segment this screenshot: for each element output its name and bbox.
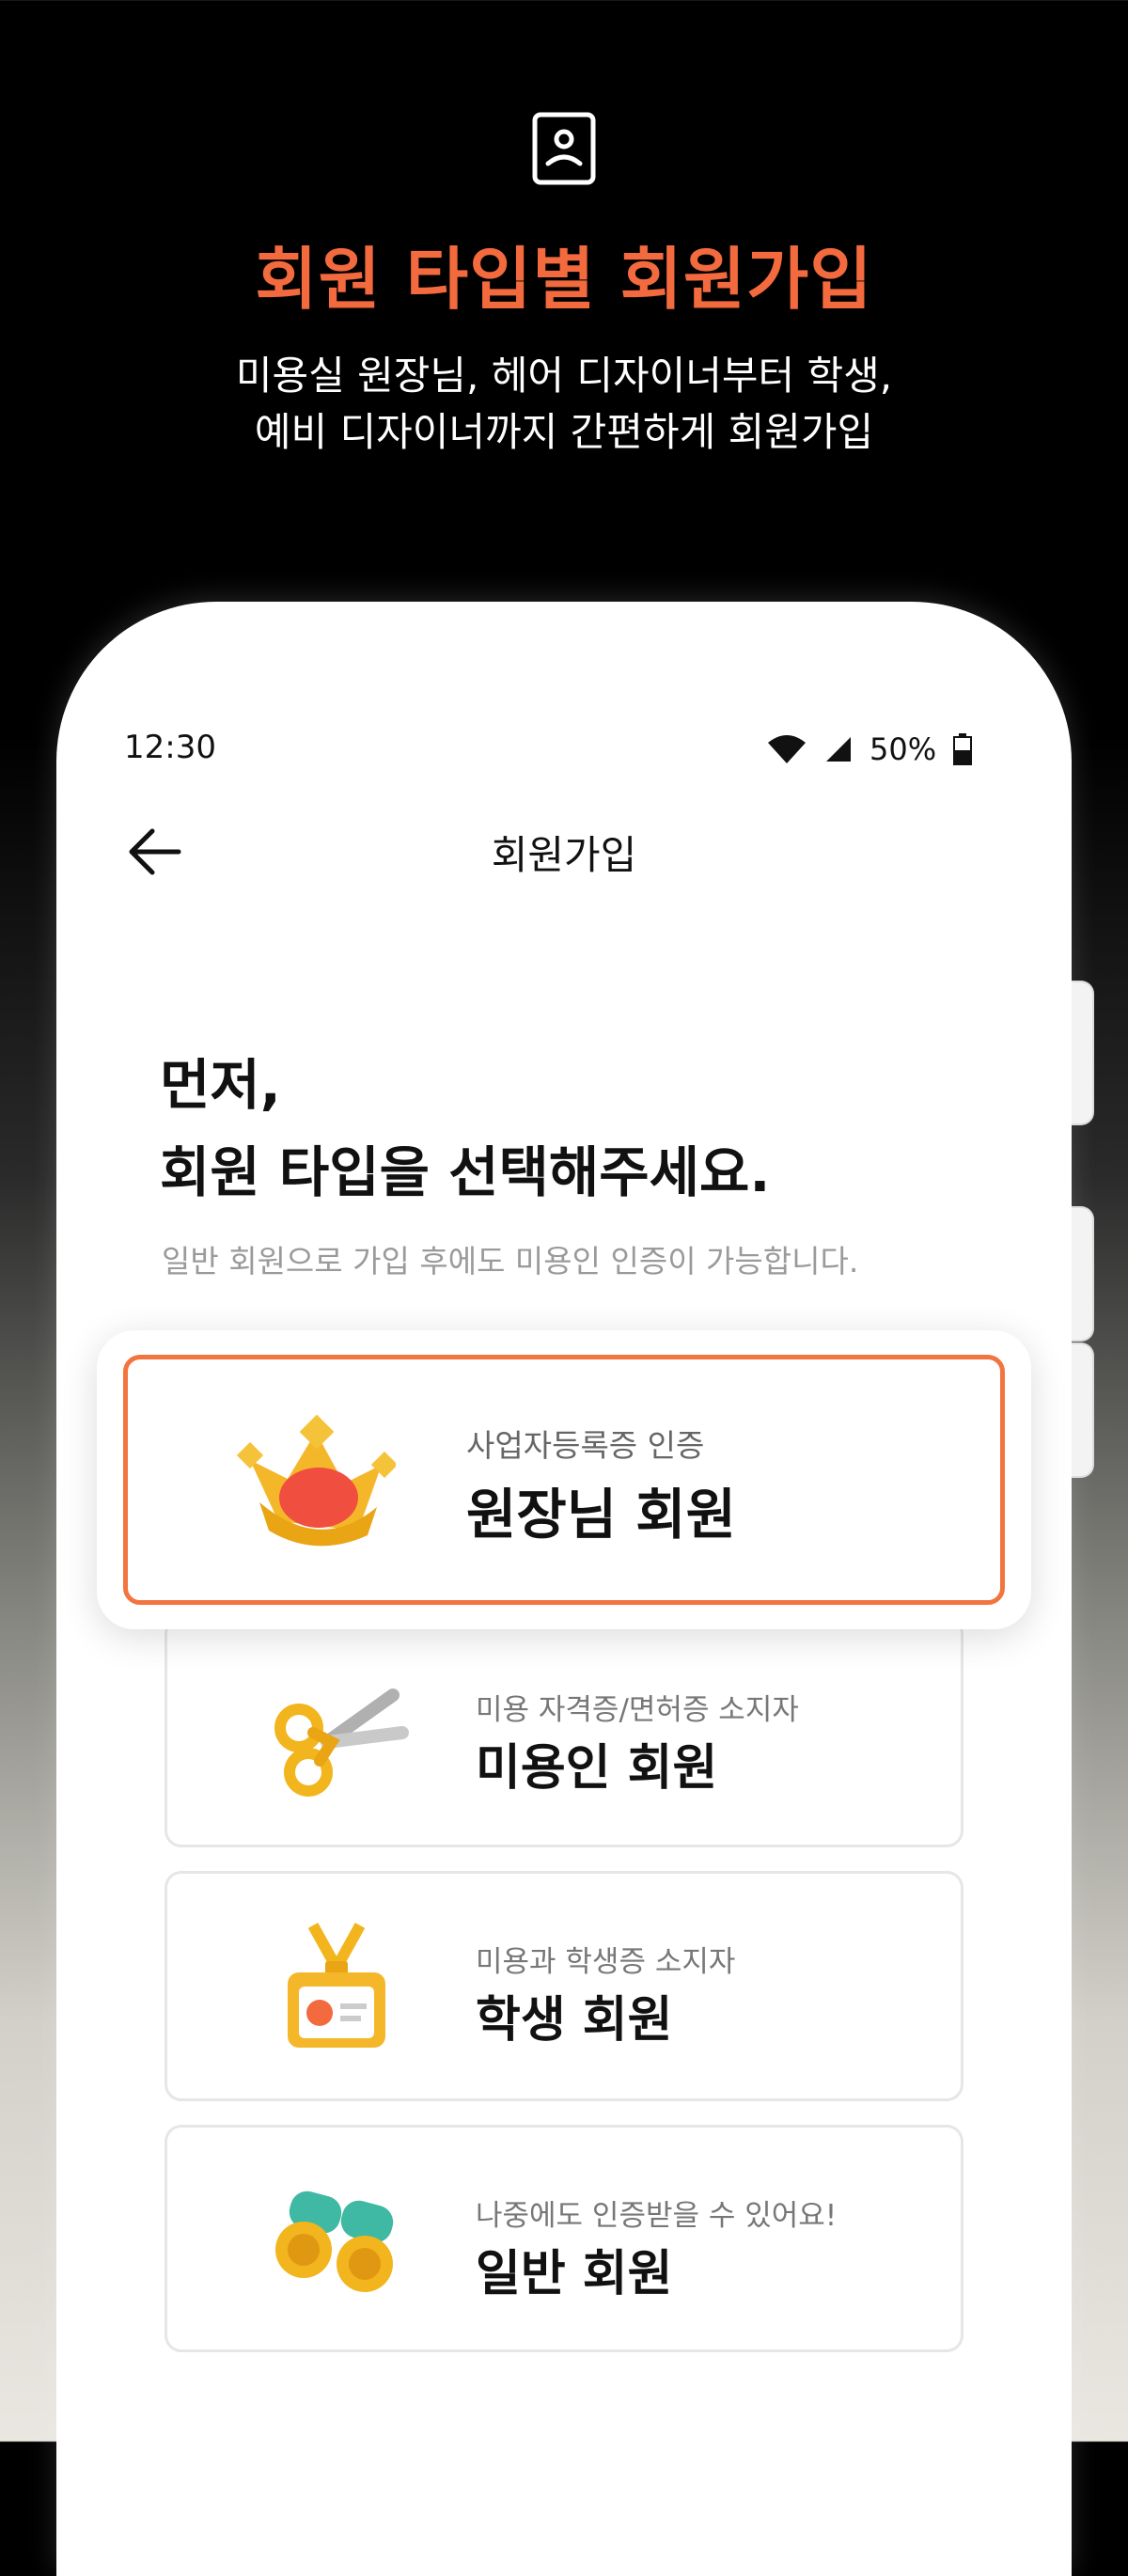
id-badge-icon [288,1923,385,2048]
member-type-card-stylist[interactable]: 미용 자격증/면허증 소지자 미용인 회원 [164,1617,964,1847]
phone-side-button-3 [1072,1344,1092,1476]
member-type-card-owner[interactable]: 사업자등록증 인증 원장님 회원 [123,1355,1005,1605]
member-type-caption: 미용 자격증/면허증 소지자 [476,1693,799,1727]
member-type-title: 미용인 회원 [476,1740,718,1797]
member-type-title: 원장님 회원 [466,1483,736,1547]
phone-side-button-1 [1072,982,1092,1123]
phone-side-button-2 [1072,1208,1092,1340]
binoculars-icon [275,2191,394,2292]
wifi-icon [768,735,806,763]
member-type-card-student[interactable]: 미용과 학생증 소지자 학생 회원 [164,1871,964,2101]
heading-line2: 회원 타입을 선택해주세요. [160,1140,771,1204]
status-time: 12:30 [124,729,216,766]
scissors-icon [274,1689,409,1797]
hero-title: 회원 타입별 회원가입 [255,240,873,319]
cellular-signal-icon [826,737,851,762]
heading-line1: 먼저, [160,1053,281,1117]
selected-card-highlight: 사업자등록증 인증 원장님 회원 [97,1330,1031,1629]
heading-subtext: 일반 회원으로 가입 후에도 미용인 인증이 가능합니다. [162,1243,859,1280]
status-indicators: 50% [766,729,973,770]
hero-subtitle-line2: 예비 디자이너까지 간편하게 회원가입 [254,409,874,455]
member-type-card-general[interactable]: 나중에도 인증받을 수 있어요! 일반 회원 [164,2125,964,2352]
page-title: 회원가입 [491,832,637,878]
member-type-caption: 사업자등록증 인증 [466,1427,705,1464]
hero-subtitle-line1: 미용실 원장님, 헤어 디자이너부터 학생, [235,353,893,399]
member-type-caption: 미용과 학생증 소지자 [476,1945,736,1979]
battery-percent: 50% [870,731,937,767]
member-type-caption: 나중에도 인증받을 수 있어요! [476,2199,838,2233]
member-type-title: 학생 회원 [476,1992,673,2049]
crown-icon [236,1414,396,1547]
battery-icon [953,733,973,765]
profile-card-icon [532,112,596,185]
member-type-title: 일반 회원 [476,2246,673,2302]
